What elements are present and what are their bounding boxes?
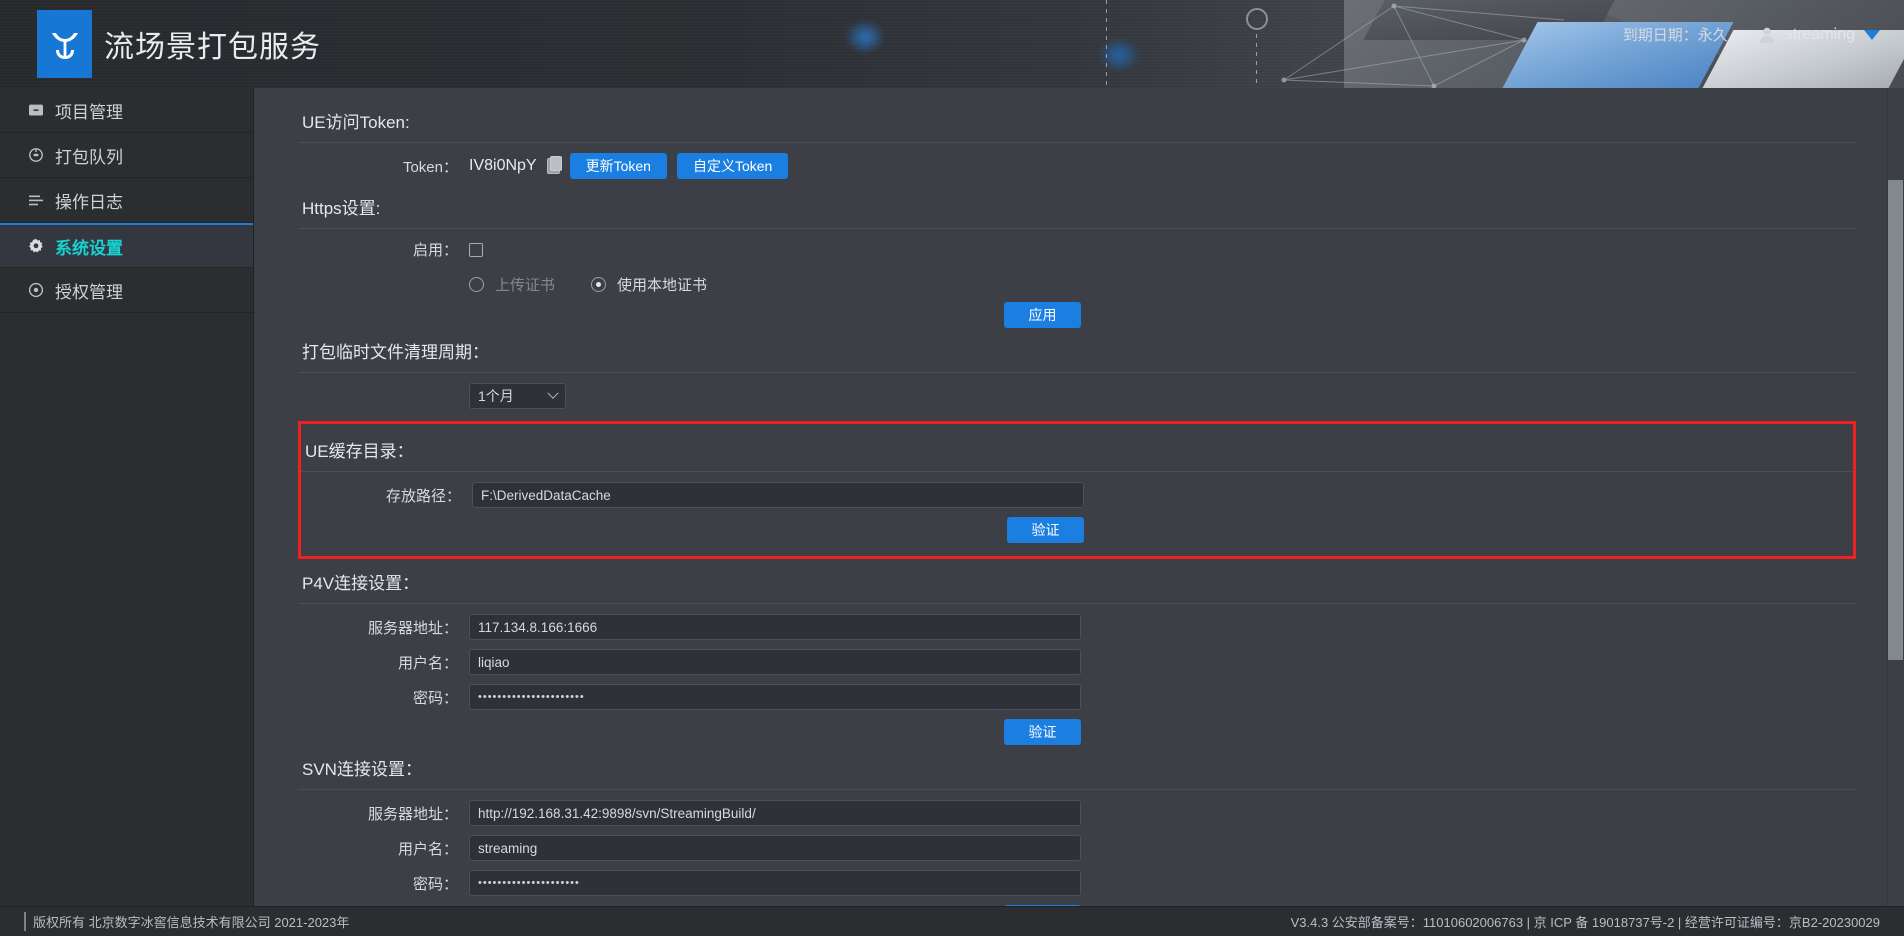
sidebar-item-label: 操作日志 xyxy=(55,192,123,212)
section-title-token: UE访问Token: xyxy=(298,102,1856,143)
footer-meta: V3.4.3 公安部备案号：11010602006763 | 京 ICP 备 1… xyxy=(1290,915,1880,930)
header-right-area: 到期日期：永久 streaming xyxy=(1623,24,1880,45)
sidebar-item-label: 项目管理 xyxy=(55,102,123,122)
radio-upload-cert[interactable]: 上传证书 xyxy=(469,274,555,295)
token-controls: IV8i0NpY 更新Token 自定义Token xyxy=(469,153,789,179)
section-title-cleanup: 打包临时文件清理周期： xyxy=(298,332,1856,373)
sidebar-item-license-management[interactable]: 授权管理 xyxy=(0,268,253,313)
p4v-user-row: 用户名： liqiao xyxy=(298,649,1856,675)
https-apply-row: 应用 xyxy=(298,302,1856,328)
queue-icon xyxy=(26,147,45,163)
svn-pass-row: 密码： ••••••••••••••••••••• xyxy=(298,870,1856,896)
sidebar-item-label: 打包队列 xyxy=(55,147,123,167)
expiry-date-text: 到期日期：永久 xyxy=(1622,27,1728,44)
ue-cache-path-label: 存放路径： xyxy=(385,487,461,505)
folder-icon xyxy=(26,103,45,117)
sidebar-item-system-settings[interactable]: 系统设置 xyxy=(0,223,253,268)
ue-cache-verify-row: 验证 xyxy=(301,517,1853,543)
header-dashed-line-3 xyxy=(1106,0,1107,88)
svn-server-input[interactable]: http://192.168.31.42:9898/svn/StreamingB… xyxy=(469,800,1081,826)
custom-token-button[interactable]: 自定义Token xyxy=(676,153,789,179)
radio-local-cert-label: 使用本地证书 xyxy=(617,277,708,294)
section-title-https: Https设置: xyxy=(298,188,1856,229)
p4v-verify-button[interactable]: 验证 xyxy=(1004,719,1081,745)
token-label: Token： xyxy=(402,158,458,176)
p4v-pass-label: 密码： xyxy=(412,689,458,707)
https-apply-wrap: 应用 xyxy=(298,302,1081,328)
svn-server-row: 服务器地址： http://192.168.31.42:9898/svn/Str… xyxy=(298,800,1856,826)
header-ring-icon-1 xyxy=(1246,8,1268,30)
p4v-server-label: 服务器地址： xyxy=(367,619,458,637)
section-title-svn: SVN连接设置： xyxy=(298,749,1856,790)
radio-local-cert[interactable]: 使用本地证书 xyxy=(591,274,707,295)
sidebar: 项目管理 打包队列 操作日志 系统设置 授权管理 xyxy=(0,88,254,906)
section-title-ue-cache: UE缓存目录： xyxy=(301,431,1853,472)
p4v-verify-wrap: 验证 xyxy=(298,719,1081,745)
copy-icon[interactable] xyxy=(546,156,562,174)
app-footer: 版权所有 北京数字冰窖信息技术有限公司 2021-2023年 V3.4.3 公安… xyxy=(0,906,1904,936)
svn-server-label: 服务器地址： xyxy=(367,805,458,823)
scrollbar-track[interactable] xyxy=(1887,88,1904,906)
header-network-lines xyxy=(1281,3,1565,88)
sidebar-item-label: 授权管理 xyxy=(55,282,123,302)
chevron-down-icon[interactable] xyxy=(1864,29,1880,40)
cleanup-period-value: 1个月 xyxy=(478,388,514,404)
https-enable-row: 启用： xyxy=(298,239,1856,260)
svn-pass-label: 密码： xyxy=(412,875,458,893)
page-title: 流场景打包服务 xyxy=(104,31,321,64)
ue-cache-path-input[interactable]: F:\DerivedDataCache xyxy=(472,482,1084,508)
p4v-server-input[interactable]: 117.134.8.166:1666 xyxy=(469,614,1081,640)
user-name-label: streaming xyxy=(1784,25,1855,43)
cleanup-row: 1个月 xyxy=(298,383,1856,409)
gear-icon xyxy=(26,238,45,254)
svn-user-row: 用户名： streaming xyxy=(298,835,1856,861)
https-enable-checkbox[interactable] xyxy=(469,242,483,257)
cleanup-period-select[interactable]: 1个月 xyxy=(469,383,566,409)
user-icon xyxy=(1759,27,1774,43)
p4v-user-input[interactable]: liqiao xyxy=(469,649,1081,675)
header-blue-glow-2 xyxy=(1098,38,1140,72)
ue-cache-verify-wrap: 验证 xyxy=(301,517,1084,543)
radio-local-cert-icon[interactable] xyxy=(591,277,607,292)
p4v-pass-input[interactable]: •••••••••••••••••••••• xyxy=(469,684,1081,710)
scrollbar-thumb[interactable] xyxy=(1888,180,1903,660)
sidebar-item-label: 系统设置 xyxy=(55,238,123,258)
https-enable-label: 启用： xyxy=(412,242,458,259)
apply-button[interactable]: 应用 xyxy=(1004,302,1081,328)
section-title-p4v: P4V连接设置： xyxy=(298,563,1856,604)
main-content: UE访问Token: Token： IV8i0NpY 更新Token 自定义To… xyxy=(254,88,1904,906)
header-dashed-line-1 xyxy=(1256,34,1257,88)
p4v-pass-row: 密码： •••••••••••••••••••••• xyxy=(298,684,1856,710)
app-header: 流场景打包服务 到期日期：永久 streaming xyxy=(0,0,1904,88)
radio-upload-cert-icon[interactable] xyxy=(469,277,484,292)
app-logo[interactable] xyxy=(37,10,92,78)
https-cert-radio-row: 上传证书 使用本地证书 xyxy=(298,274,1856,295)
radio-upload-cert-label: 上传证书 xyxy=(495,277,556,294)
ue-cache-highlight-box: UE缓存目录： 存放路径： F:\DerivedDataCache 验证 xyxy=(298,421,1856,559)
svn-user-label: 用户名： xyxy=(397,840,458,858)
token-row: Token： IV8i0NpY 更新Token 自定义Token xyxy=(298,153,1856,179)
refresh-token-button[interactable]: 更新Token xyxy=(569,153,667,179)
sidebar-item-project-management[interactable]: 项目管理 xyxy=(0,88,253,133)
ue-cache-verify-button[interactable]: 验证 xyxy=(1007,517,1084,543)
svn-pass-input[interactable]: ••••••••••••••••••••• xyxy=(469,870,1081,896)
license-icon xyxy=(26,282,45,298)
p4v-server-row: 服务器地址： 117.134.8.166:1666 xyxy=(298,614,1856,640)
user-menu[interactable]: streaming xyxy=(1758,26,1880,44)
p4v-verify-row: 验证 xyxy=(298,719,1856,745)
sidebar-item-operation-log[interactable]: 操作日志 xyxy=(0,178,253,223)
trident-logo-icon xyxy=(51,33,78,59)
sidebar-item-packaging-queue[interactable]: 打包队列 xyxy=(0,133,253,178)
header-blue-glow-1 xyxy=(845,20,885,54)
log-icon xyxy=(26,194,45,207)
footer-copyright: 版权所有 北京数字冰窖信息技术有限公司 2021-2023年 xyxy=(24,912,349,931)
chevron-down-icon xyxy=(547,387,559,399)
settings-form: UE访问Token: Token： IV8i0NpY 更新Token 自定义To… xyxy=(254,88,1888,906)
ue-cache-path-row: 存放路径： F:\DerivedDataCache xyxy=(301,482,1853,508)
svn-user-input[interactable]: streaming xyxy=(469,835,1081,861)
p4v-user-label: 用户名： xyxy=(397,654,458,672)
token-value: IV8i0NpY xyxy=(469,157,537,174)
